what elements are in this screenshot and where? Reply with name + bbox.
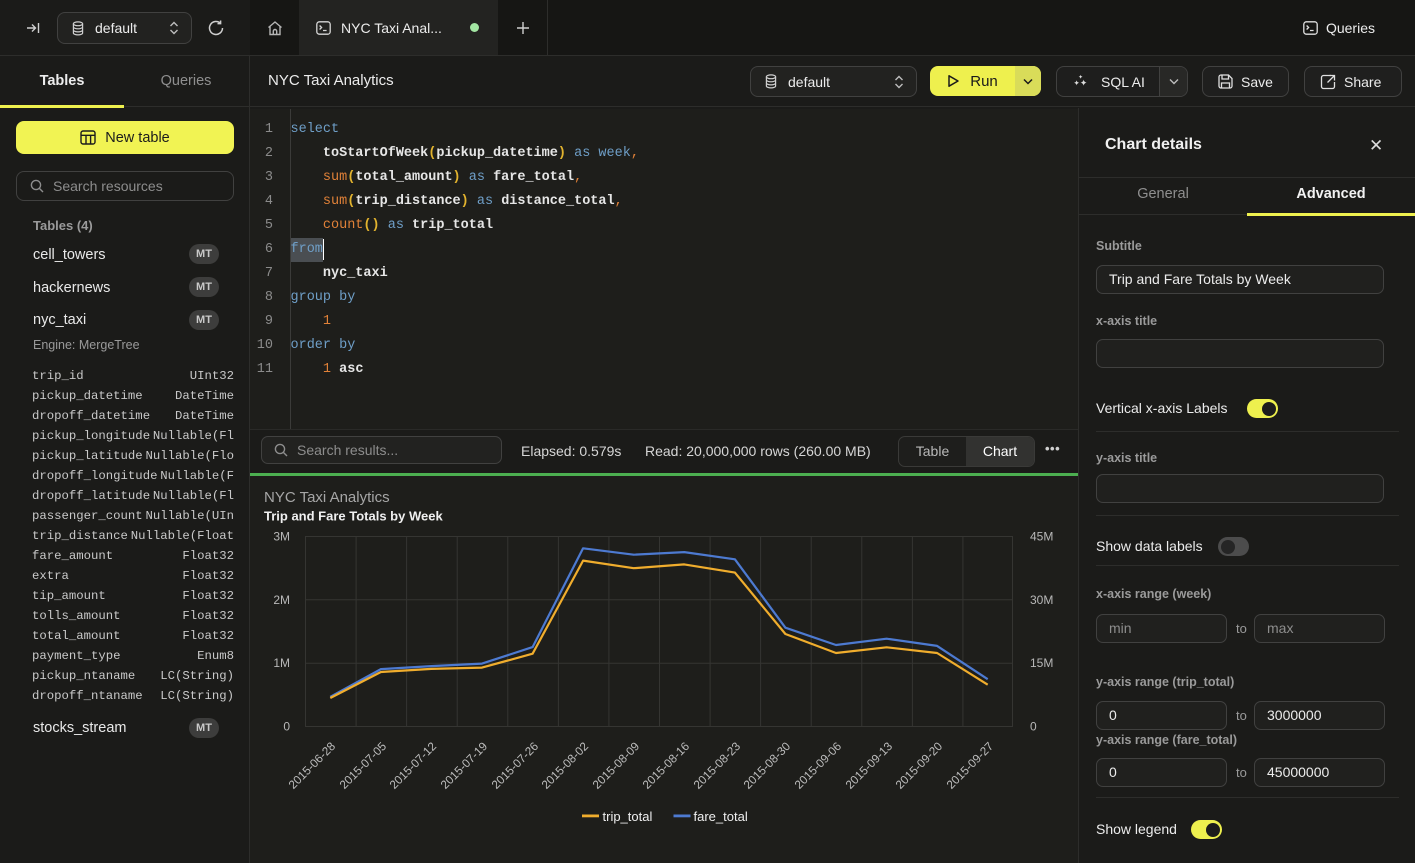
svg-text:NYC Taxi Analytics: NYC Taxi Analytics [264, 489, 390, 506]
svg-text:45M: 45M [1030, 529, 1053, 543]
svg-text:2015-08-16: 2015-08-16 [640, 738, 693, 791]
svg-text:2015-08-23: 2015-08-23 [691, 738, 744, 791]
svg-text:2015-08-30: 2015-08-30 [741, 738, 794, 791]
svg-text:2015-07-19: 2015-07-19 [438, 739, 491, 792]
svg-text:2015-07-26: 2015-07-26 [489, 738, 542, 791]
svg-text:30M: 30M [1030, 592, 1053, 606]
svg-text:trip_total: trip_total [603, 809, 653, 824]
svg-text:2015-09-20: 2015-09-20 [893, 738, 946, 791]
svg-text:15M: 15M [1030, 656, 1053, 670]
svg-text:2015-09-06: 2015-09-06 [792, 738, 845, 791]
svg-text:2015-07-12: 2015-07-12 [387, 739, 440, 792]
svg-text:0: 0 [283, 719, 290, 733]
svg-text:2015-09-27: 2015-09-27 [944, 739, 997, 792]
svg-text:2015-08-09: 2015-08-09 [590, 739, 643, 792]
svg-text:3M: 3M [273, 529, 290, 543]
svg-text:Trip and Fare Totals by Week: Trip and Fare Totals by Week [264, 508, 443, 523]
svg-text:2M: 2M [273, 592, 290, 606]
svg-text:2015-06-28: 2015-06-28 [286, 738, 339, 791]
svg-text:2015-08-02: 2015-08-02 [539, 739, 592, 792]
svg-text:fare_total: fare_total [694, 809, 748, 824]
svg-text:2015-07-05: 2015-07-05 [337, 738, 390, 791]
svg-text:0: 0 [1030, 719, 1037, 733]
svg-text:2015-09-13: 2015-09-13 [843, 738, 896, 791]
svg-text:1M: 1M [273, 656, 290, 670]
